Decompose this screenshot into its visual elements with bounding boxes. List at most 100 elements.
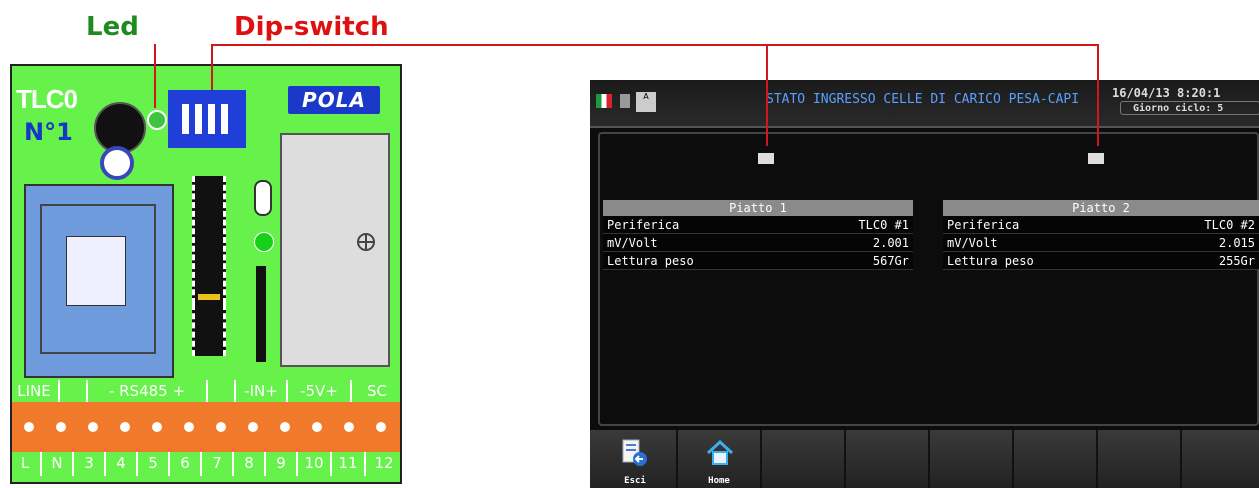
plate-2-table: Piatto 2 Periferica TLC0 #2 mV/Volt 2.015 … [943,200,1259,270]
terminal-number: 12 [374,454,394,472]
terminal-label: - RS485 + [88,380,208,402]
plate-header: Piatto 2 [943,200,1259,216]
pola-logo: POLA [288,86,380,114]
row-label: Periferica [603,216,795,234]
dip-callout-line [766,44,768,146]
dip-switch-lever [182,104,189,134]
terminal-number: 5 [138,452,170,476]
terminal-screw [376,422,386,432]
row-value: 255Gr [1138,251,1259,270]
table-row: Periferica TLC0 #1 [603,216,913,234]
terminal-label: SC [367,382,387,400]
dip-switch-callout-label: Dip-switch [234,12,389,42]
dip-switch [168,90,246,148]
empty-softkey[interactable] [846,430,930,488]
usb-icon [620,94,630,108]
exit-icon [622,439,647,466]
content-panel [598,132,1259,426]
relay-label [66,236,126,306]
terminal-label: LINE [10,380,60,402]
terminal-number: N [42,452,74,476]
dip-switch-lever [221,104,228,134]
led-callout-label: Led [86,12,139,42]
terminal-number: 6 [170,452,202,476]
empty-softkey[interactable] [1014,430,1098,488]
italy-flag-icon[interactable] [596,94,612,108]
terminal-label [208,380,236,402]
ic-chip [192,304,226,356]
row-label: Lettura peso [943,251,1139,270]
table-row: Lettura peso 255Gr [943,251,1259,270]
dip-switch-icon [1086,148,1106,166]
crystal [254,180,272,216]
terminal-block [12,402,400,452]
chip-marker [198,294,220,300]
row-label: mV/Volt [943,233,1139,252]
row-value: 2.001 [794,233,913,252]
dip-switch-lever [208,104,215,134]
empty-softkey[interactable] [1098,430,1182,488]
terminal-screw [248,422,258,432]
row-label: Lettura peso [603,251,795,270]
page-title: STATO INGRESSO CELLE DI CARICO PESA-CAPI [766,92,1080,107]
dip-switch-icon [756,148,776,166]
home-label: Home [708,476,730,486]
terminal-number: 7 [202,452,234,476]
terminal-number: L [10,452,42,476]
transformer [280,133,390,367]
screw-icon [357,233,375,251]
board-id: TLC0 [16,84,78,114]
row-value: TLC0 #1 [794,216,913,234]
datetime-display: 16/04/13 8:20:1 [1112,86,1221,100]
plate-1-table: Piatto 1 Periferica TLC0 #1 mV/Volt 2.001 … [603,200,913,270]
footer-toolbar: Esci Home [590,430,1259,488]
row-label: Periferica [943,216,1139,234]
esci-label: Esci [624,476,646,486]
status-led [147,110,167,130]
cycle-day-display: Giorno ciclo: 5 [1120,101,1259,115]
empty-softkey[interactable] [1182,430,1259,488]
table-row: mV/Volt 2.015 [943,233,1259,252]
dip-callout-line [1097,44,1099,146]
dip-callout-line [211,44,213,90]
terminal-screw [152,422,162,432]
terminal-screw [56,422,66,432]
terminal-screw [120,422,130,432]
terminal-numbers: L N 3 4 5 6 7 8 9 10 11 12 [10,452,402,476]
row-value: 2.015 [1138,233,1259,252]
terminal-label [60,380,88,402]
capacitor [100,146,134,180]
home-icon [706,439,734,465]
terminal-number: 3 [74,452,106,476]
terminal-screw [24,422,34,432]
row-value: TLC0 #2 [1138,216,1259,234]
terminal-number: 9 [266,452,298,476]
terminal-label: -5V+ [288,380,352,402]
table-row: mV/Volt 2.001 [603,233,913,252]
terminal-screw [184,422,194,432]
row-value: 567Gr [794,251,913,270]
esci-button[interactable]: Esci [594,430,678,488]
alarm-icon[interactable]: A [636,92,656,112]
row-label: mV/Volt [603,233,795,252]
terminal-top-labels: LINE - RS485 + -IN+ -5V+ SC [10,380,402,402]
terminal-label: -IN+ [236,380,288,402]
terminal-number: 8 [234,452,266,476]
dip-callout-line [211,44,1099,46]
table-row: Lettura peso 567Gr [603,251,913,270]
terminal-screw [280,422,290,432]
terminal-screw [88,422,98,432]
plate-header: Piatto 1 [603,200,913,216]
empty-softkey[interactable] [762,430,846,488]
terminal-screw [312,422,322,432]
ic-chip [192,176,226,304]
home-button[interactable]: Home [678,430,762,488]
empty-softkey[interactable] [930,430,1014,488]
resistor [256,266,266,362]
power-led [254,232,274,252]
terminal-number: 11 [332,452,366,476]
terminal-number: 10 [298,452,332,476]
board-number: N°1 [24,118,73,146]
table-row: Periferica TLC0 #2 [943,216,1259,234]
led-callout-line [154,44,156,108]
